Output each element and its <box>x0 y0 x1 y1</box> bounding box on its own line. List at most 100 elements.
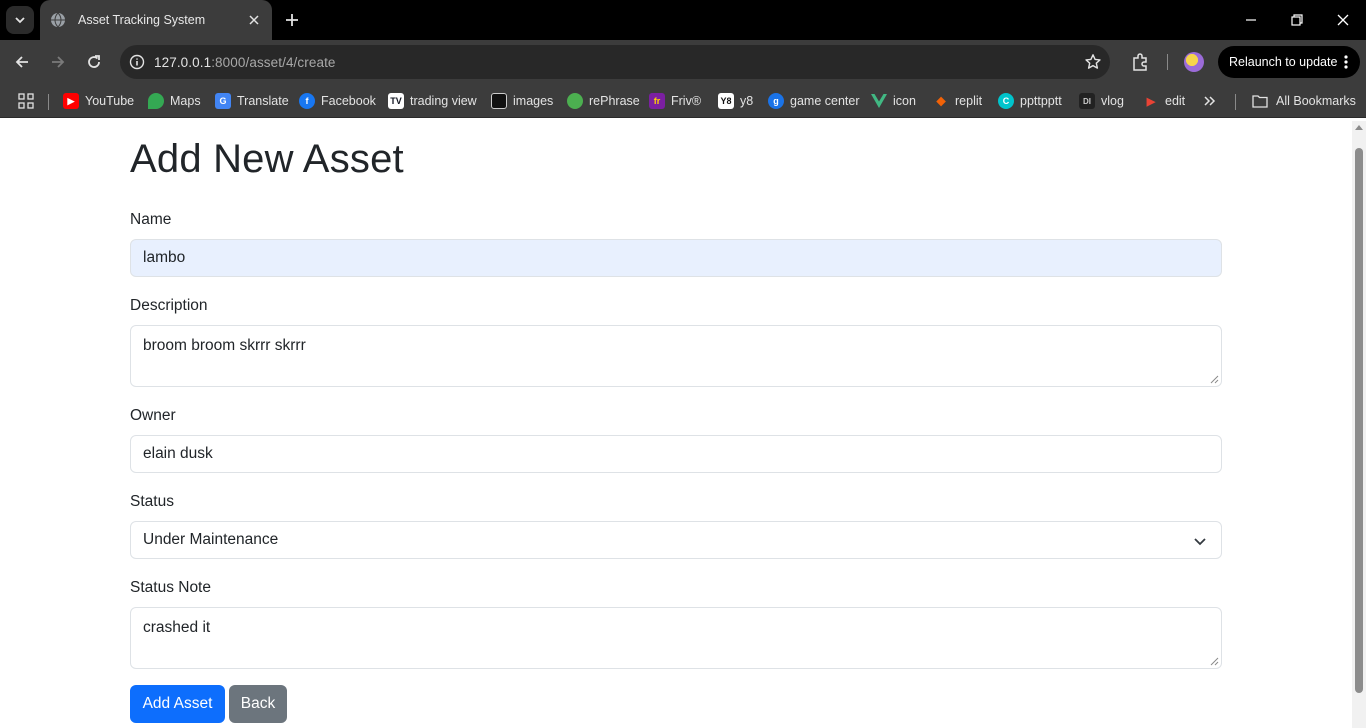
bookmark-star-icon[interactable] <box>1084 53 1102 71</box>
bookmark-vlog[interactable]: DI vlog <box>1079 91 1124 111</box>
minimize-icon <box>1246 19 1256 21</box>
y8-icon: Y8 <box>718 93 734 109</box>
bookmark-label: y8 <box>740 94 754 108</box>
bookmark-maps[interactable]: Maps <box>148 91 201 111</box>
scrollbar-thumb[interactable] <box>1355 148 1363 693</box>
page-scrollbar[interactable] <box>1352 121 1366 728</box>
globe-icon <box>51 12 65 28</box>
close-icon <box>1337 14 1349 26</box>
url-host: 127.0.0.1 <box>154 54 212 70</box>
bookmark-rephrase[interactable]: rePhrase <box>567 91 640 111</box>
vlog-icon: DI <box>1079 93 1095 109</box>
all-bookmarks-button[interactable]: All Bookmarks <box>1252 91 1356 111</box>
status-note-value: crashed it <box>143 619 211 636</box>
bookmark-label: rePhrase <box>589 94 640 108</box>
reload-button[interactable] <box>80 48 108 76</box>
back-button[interactable]: Back <box>229 685 287 723</box>
close-window-button[interactable] <box>1320 0 1366 40</box>
status-note-textarea[interactable]: crashed it <box>130 607 1222 669</box>
owner-value: elain dusk <box>143 445 213 462</box>
page-viewport: Add New Asset Name lambo Description bro… <box>0 121 1352 728</box>
name-label: Name <box>130 211 172 228</box>
bookmark-replit[interactable]: ⬥ replit <box>933 91 982 111</box>
extensions-icon[interactable] <box>1130 52 1150 72</box>
status-select[interactable]: Under Maintenance <box>130 521 1222 559</box>
name-input[interactable]: lambo <box>130 239 1222 277</box>
back-nav-button[interactable] <box>8 48 36 76</box>
bookmarks-divider <box>1235 94 1236 110</box>
more-bookmarks-button[interactable] <box>1203 91 1217 111</box>
site-info-icon[interactable] <box>120 54 154 70</box>
bookmark-label: trading view <box>410 94 477 108</box>
close-tab-icon[interactable] <box>246 12 262 28</box>
scroll-up-arrow-icon[interactable] <box>1355 125 1363 130</box>
bookmark-facebook[interactable]: f Facebook <box>299 91 376 111</box>
resize-handle-icon[interactable] <box>1210 375 1219 384</box>
owner-label: Owner <box>130 407 176 424</box>
tab-title: Asset Tracking System <box>78 13 206 27</box>
status-note-label: Status Note <box>130 579 211 596</box>
minimize-button[interactable] <box>1228 0 1274 40</box>
maps-icon <box>148 93 164 109</box>
apps-button[interactable] <box>18 91 34 111</box>
forward-nav-button[interactable] <box>44 48 72 76</box>
canva-icon: C <box>998 93 1014 109</box>
active-tab[interactable]: Asset Tracking System <box>40 0 272 40</box>
bookmark-label: Friv® <box>671 94 702 108</box>
bookmark-label: replit <box>955 94 983 108</box>
restore-button[interactable] <box>1274 0 1320 40</box>
owner-input[interactable]: elain dusk <box>130 435 1222 473</box>
bookmark-label: ppttpptt <box>1020 94 1062 108</box>
youtube-icon: ▶ <box>63 93 79 109</box>
chevron-down-icon <box>15 17 25 24</box>
address-bar[interactable]: 127.0.0.1:8000/asset/4/create <box>120 45 1110 79</box>
relaunch-button[interactable]: Relaunch to update <box>1218 46 1360 78</box>
chevron-down-icon <box>1194 538 1206 546</box>
tab-strip: Asset Tracking System <box>0 0 1366 40</box>
rephrase-icon <box>567 93 583 109</box>
bookmark-trading-view[interactable]: TV trading view <box>388 91 477 111</box>
reload-icon <box>88 55 100 68</box>
url-text: 127.0.0.1:8000/asset/4/create <box>154 55 336 70</box>
bookmark-ppttpptt[interactable]: Cppttpptt <box>998 91 1062 111</box>
arrow-left-icon <box>15 56 28 68</box>
bookmarks-bar: ▶ YouTube Maps G Translate f Facebook TV tra… <box>0 84 1366 118</box>
friv-icon: fr <box>649 93 665 109</box>
edit-icon: ▶ <box>1146 95 1156 108</box>
url-path: :8000/asset/4/create <box>211 54 336 70</box>
new-tab-button[interactable] <box>282 10 302 30</box>
double-chevron-right-icon <box>1204 96 1216 106</box>
description-textarea[interactable]: broom broom skrrr skrrr <box>130 325 1222 387</box>
bookmark-label: Facebook <box>321 94 376 108</box>
plus-icon <box>286 14 298 26</box>
relaunch-label: Relaunch to update <box>1229 55 1338 69</box>
bookmark-label: Translate <box>237 94 289 108</box>
toolbar-divider <box>1167 54 1168 70</box>
more-options-icon <box>1344 55 1348 69</box>
bookmark-edit[interactable]: ▶ edit <box>1143 91 1185 111</box>
add-asset-button[interactable]: Add Asset <box>130 685 225 723</box>
images-icon <box>491 93 507 109</box>
bookmark-label: Maps <box>170 94 201 108</box>
browser-toolbar: 127.0.0.1:8000/asset/4/create Relaunch t… <box>0 40 1366 84</box>
arrow-right-icon <box>52 56 65 68</box>
facebook-icon: f <box>299 93 315 109</box>
all-bookmarks-label: All Bookmarks <box>1276 94 1356 108</box>
translate-icon: G <box>215 93 231 109</box>
bookmark-images[interactable]: images <box>491 91 553 111</box>
bookmark-translate[interactable]: G Translate <box>215 91 289 111</box>
bookmark-game-center[interactable]: g game center <box>768 91 859 111</box>
bookmark-label: YouTube <box>85 94 135 108</box>
tab-search-button[interactable] <box>6 6 34 34</box>
resize-handle-icon[interactable] <box>1210 657 1219 666</box>
bookmark-friv[interactable]: fr Friv® <box>649 91 701 111</box>
apps-grid-icon <box>18 93 34 109</box>
game-center-icon: g <box>768 93 784 109</box>
bookmark-icon[interactable]: icon <box>871 91 916 111</box>
bookmark-y8[interactable]: Y8 y8 <box>718 91 753 111</box>
profile-avatar[interactable] <box>1184 52 1204 72</box>
page-title: Add New Asset <box>130 137 404 181</box>
bookmark-youtube[interactable]: ▶ YouTube <box>63 91 134 111</box>
bookmark-label: game center <box>790 94 860 108</box>
restore-icon <box>1291 14 1303 26</box>
